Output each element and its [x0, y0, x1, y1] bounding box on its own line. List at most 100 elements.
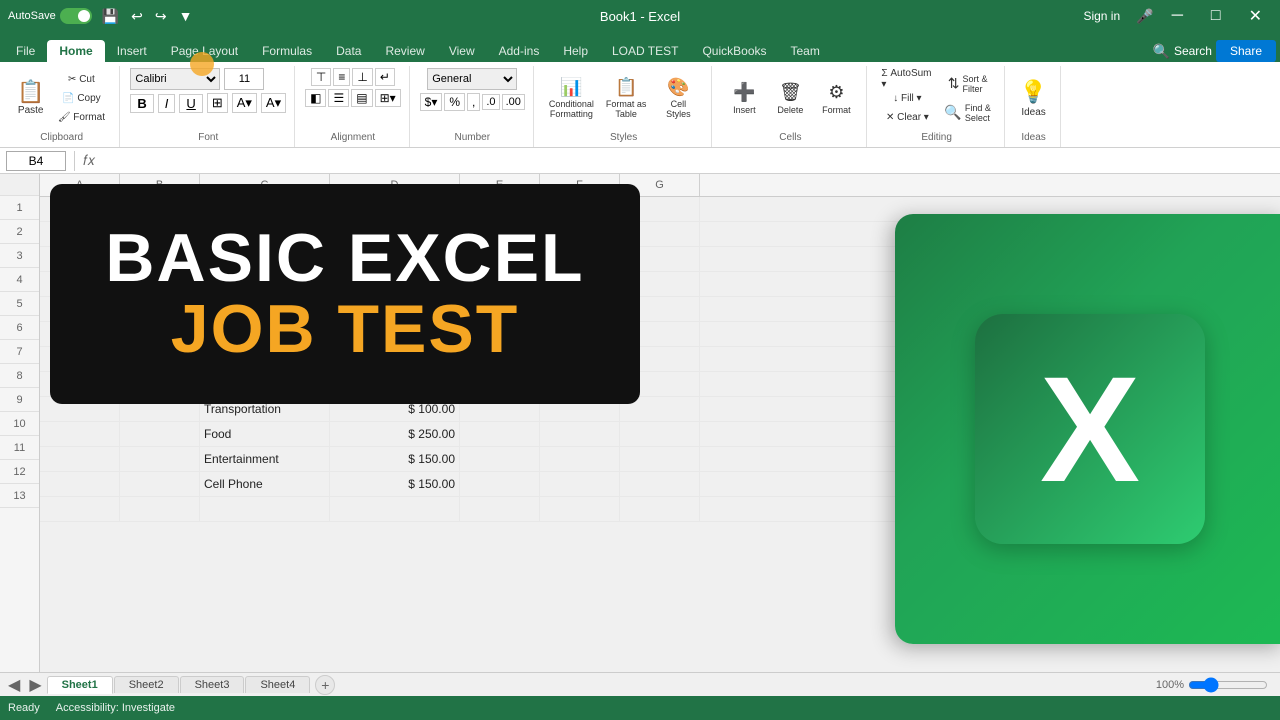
- align-middle-button[interactable]: ≡: [333, 68, 350, 86]
- cell-A10[interactable]: [40, 422, 120, 446]
- cell-B12[interactable]: [120, 472, 200, 496]
- cell-F6[interactable]: [540, 322, 620, 346]
- cell-G13[interactable]: [620, 497, 700, 521]
- name-box[interactable]: [6, 151, 66, 171]
- cell-E8[interactable]: [460, 372, 540, 396]
- cell-G3[interactable]: [620, 247, 700, 271]
- restore-button[interactable]: □: [1201, 5, 1231, 27]
- format-table-button[interactable]: 📋 Format asTable: [601, 69, 652, 127]
- delete-cells-button[interactable]: 🗑 Delete: [768, 69, 812, 127]
- redo-icon[interactable]: ↪: [153, 6, 169, 27]
- font-size-input[interactable]: [224, 68, 264, 90]
- cell-B8[interactable]: [120, 372, 200, 396]
- tab-file[interactable]: File: [4, 40, 47, 62]
- cell-G8[interactable]: [620, 372, 700, 396]
- border-button[interactable]: ⊞: [207, 93, 228, 113]
- cell-E3[interactable]: [460, 247, 540, 271]
- comma-button[interactable]: ,: [467, 93, 480, 111]
- cell-G11[interactable]: [620, 447, 700, 471]
- cell-G1[interactable]: [620, 197, 700, 221]
- cell-C6[interactable]: [200, 322, 330, 346]
- row-num-9[interactable]: 9: [0, 388, 39, 412]
- align-left-button[interactable]: ◧: [305, 89, 326, 107]
- insert-cells-button[interactable]: ➕ Insert: [722, 69, 766, 127]
- align-top-button[interactable]: ⊤: [311, 68, 331, 86]
- cell-C10[interactable]: Food: [200, 422, 330, 446]
- cell-C9[interactable]: Transportation: [200, 397, 330, 421]
- col-header-D[interactable]: D: [330, 174, 460, 196]
- cell-C12[interactable]: Cell Phone: [200, 472, 330, 496]
- fill-color-button[interactable]: A▾: [232, 93, 257, 113]
- cell-B9[interactable]: [120, 397, 200, 421]
- row-num-3[interactable]: 3: [0, 244, 39, 268]
- cell-G7[interactable]: [620, 347, 700, 371]
- fx-label[interactable]: 𝑓𝑥: [83, 152, 95, 169]
- sign-in-button[interactable]: Sign in: [1075, 7, 1128, 25]
- share-button[interactable]: Share: [1216, 40, 1276, 62]
- cell-A13[interactable]: [40, 497, 120, 521]
- clear-button[interactable]: ✕ Clear ▾: [877, 108, 937, 126]
- cell-F3[interactable]: [540, 247, 620, 271]
- wrap-text-button[interactable]: ↵: [375, 68, 395, 86]
- cell-B5[interactable]: [120, 297, 200, 321]
- cell-A5[interactable]: [40, 297, 120, 321]
- format-cells-button[interactable]: ⚙ Format: [814, 69, 858, 127]
- font-name-select[interactable]: Calibri: [130, 68, 220, 90]
- cell-E2[interactable]: [460, 222, 540, 246]
- cell-A4[interactable]: [40, 272, 120, 296]
- decrease-decimal-button[interactable]: .0: [482, 94, 499, 110]
- cell-B2[interactable]: Type: [120, 222, 200, 246]
- cell-D5[interactable]: $2,300.00: [330, 297, 460, 321]
- percent-button[interactable]: %: [444, 93, 465, 111]
- autosave-toggle[interactable]: [60, 8, 92, 24]
- cell-G4[interactable]: [620, 272, 700, 296]
- tab-data[interactable]: Data: [324, 40, 373, 62]
- cell-D9[interactable]: $ 100.00: [330, 397, 460, 421]
- cell-F11[interactable]: [540, 447, 620, 471]
- cell-F2[interactable]: [540, 222, 620, 246]
- col-header-E[interactable]: E: [460, 174, 540, 196]
- cell-D12[interactable]: $ 150.00: [330, 472, 460, 496]
- cell-C3[interactable]: Salary: [200, 247, 330, 271]
- cell-G6[interactable]: [620, 322, 700, 346]
- currency-button[interactable]: $▾: [420, 93, 443, 111]
- cell-E7[interactable]: [460, 347, 540, 371]
- italic-button[interactable]: I: [158, 94, 176, 113]
- cell-G9[interactable]: [620, 397, 700, 421]
- cell-E13[interactable]: [460, 497, 540, 521]
- cell-A3[interactable]: [40, 247, 120, 271]
- cell-G5[interactable]: [620, 297, 700, 321]
- cell-D8[interactable]: $ 100.00: [330, 372, 460, 396]
- autosum-button[interactable]: Σ AutoSum ▾: [877, 70, 937, 88]
- cell-D2[interactable]: Amount: [330, 222, 460, 246]
- bold-button[interactable]: B: [130, 94, 153, 113]
- cell-A12[interactable]: [40, 472, 120, 496]
- sheet-nav-left[interactable]: ◀: [4, 675, 24, 695]
- cell-F8[interactable]: [540, 372, 620, 396]
- tab-addins[interactable]: Add-ins: [487, 40, 552, 62]
- cell-E12[interactable]: [460, 472, 540, 496]
- cell-A7[interactable]: [40, 347, 120, 371]
- align-center-button[interactable]: ☰: [328, 89, 349, 107]
- ideas-button[interactable]: 💡 Ideas: [1015, 69, 1052, 127]
- cell-B10[interactable]: [120, 422, 200, 446]
- increase-decimal-button[interactable]: .00: [502, 94, 525, 110]
- number-format-select[interactable]: General: [427, 68, 517, 90]
- sheet-tab-sheet2[interactable]: Sheet2: [114, 676, 179, 693]
- row-num-11[interactable]: 11: [0, 436, 39, 460]
- cell-D6[interactable]: [330, 322, 460, 346]
- formula-input[interactable]: [99, 151, 1274, 171]
- cell-A2[interactable]: [40, 222, 120, 246]
- cell-D3[interactable]: $1,200.00: [330, 247, 460, 271]
- cell-F12[interactable]: [540, 472, 620, 496]
- undo-icon[interactable]: ↩: [129, 6, 145, 27]
- cell-A11[interactable]: [40, 447, 120, 471]
- cell-C8[interactable]: Utilities: [200, 372, 330, 396]
- paste-button[interactable]: 📋 Paste: [12, 69, 49, 127]
- cell-A9[interactable]: [40, 397, 120, 421]
- cell-A8[interactable]: [40, 372, 120, 396]
- tab-home[interactable]: Home: [47, 40, 104, 62]
- zoom-slider[interactable]: [1188, 679, 1268, 691]
- customize-icon[interactable]: ▼: [177, 6, 195, 26]
- cell-B1[interactable]: St: [120, 197, 200, 221]
